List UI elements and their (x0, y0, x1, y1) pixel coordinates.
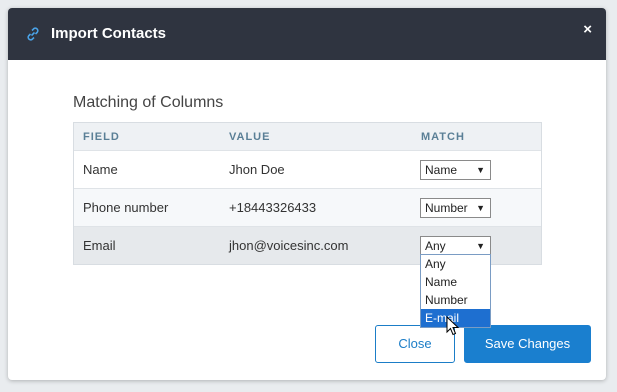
chevron-down-icon: ▼ (476, 241, 485, 251)
close-icon[interactable]: × (583, 21, 592, 38)
field-cell: Email (83, 238, 116, 253)
match-select-phone[interactable]: Number ▼ (420, 198, 491, 218)
value-cell: +18443326433 (229, 200, 317, 215)
section-title: Matching of Columns (73, 94, 224, 111)
modal-title: Import Contacts (51, 25, 167, 42)
match-select-name[interactable]: Name ▼ (420, 160, 491, 180)
table-header: FIELD VALUE MATCH (74, 123, 541, 150)
dropdown-option-number[interactable]: Number (421, 291, 490, 309)
column-matching-table: FIELD VALUE MATCH Name Jhon Doe Name ▼ P… (73, 122, 542, 265)
value-cell: jhon@voicesinc.com (229, 238, 349, 253)
match-select-value: Number (425, 201, 468, 215)
save-changes-button[interactable]: Save Changes (464, 325, 591, 363)
header-value: VALUE (229, 131, 271, 143)
field-cell: Phone number (83, 200, 169, 215)
match-select-value: Name (425, 163, 458, 177)
dropdown-option-any[interactable]: Any (421, 255, 490, 273)
value-cell: Jhon Doe (229, 162, 285, 177)
match-select-value: Any (425, 239, 446, 253)
import-contacts-modal: Import Contacts × Matching of Columns FI… (8, 8, 606, 380)
chevron-down-icon: ▼ (476, 203, 485, 213)
close-button[interactable]: Close (375, 325, 455, 363)
field-cell: Name (83, 162, 118, 177)
chevron-down-icon: ▼ (476, 165, 485, 175)
table-row: Phone number +18443326433 Number ▼ (74, 188, 541, 226)
table-row: Name Jhon Doe Name ▼ (74, 150, 541, 188)
match-select-email[interactable]: Any ▼ (420, 236, 491, 256)
mouse-cursor-icon (446, 316, 460, 336)
dropdown-option-name[interactable]: Name (421, 273, 490, 291)
header-match: MATCH (421, 131, 465, 143)
header-field: FIELD (83, 131, 120, 143)
modal-header: Import Contacts × (8, 8, 606, 60)
link-icon (27, 27, 39, 41)
